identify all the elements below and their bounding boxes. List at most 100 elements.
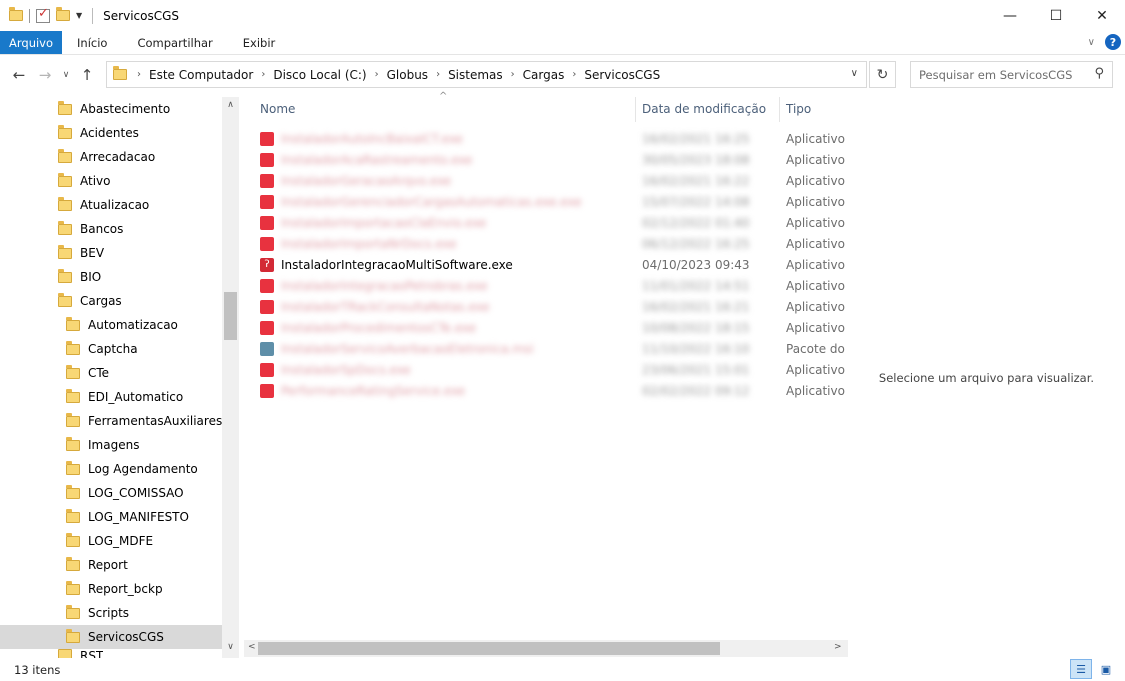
file-row[interactable]: InstaladorProcedimentosCTe.exe 10/08/2022… — [260, 317, 860, 338]
application-icon — [260, 152, 274, 167]
tree-item-imagens[interactable]: Imagens — [66, 433, 139, 457]
tree-item-acidentes[interactable]: Acidentes — [58, 121, 139, 145]
file-list-horizontal-scrollbar[interactable]: < > — [244, 640, 848, 657]
navigation-scrollbar[interactable]: ∧ ∨ — [222, 97, 239, 658]
tree-item-log-mdfe[interactable]: LOG_MDFE — [66, 529, 153, 553]
address-bar[interactable]: › Este Computador › Disco Local (C:) › G… — [106, 61, 867, 88]
tree-item-atualizacao[interactable]: Atualizacao — [58, 193, 149, 217]
tree-item-abastecimento[interactable]: Abastecimento — [58, 97, 170, 121]
expand-ribbon-chevron-icon[interactable]: ∨ — [1088, 37, 1095, 48]
tree-item-arrecadacao[interactable]: Arrecadacao — [58, 145, 155, 169]
tree-item-log-agendamento[interactable]: Log Agendamento — [66, 457, 198, 481]
application-icon — [260, 362, 274, 377]
tree-item-report[interactable]: Report — [66, 553, 128, 577]
search-icon[interactable]: ⚲ — [1094, 66, 1104, 81]
tree-item-servicoscgs[interactable]: ServicosCGS — [0, 625, 222, 649]
tree-item-log-manifesto[interactable]: LOG_MANIFESTO — [66, 505, 189, 529]
breadcrumb-separator-icon[interactable]: › — [137, 69, 141, 80]
file-row[interactable]: InstaladorServicoAverbacaoEletronica.msi… — [260, 338, 860, 359]
tree-item-captcha[interactable]: Captcha — [66, 337, 138, 361]
search-input[interactable] — [919, 67, 1089, 82]
breadcrumb-separator-icon[interactable]: › — [375, 69, 379, 80]
breadcrumb-este-computador[interactable]: Este Computador — [149, 68, 253, 82]
tree-item-ativo[interactable]: Ativo — [58, 169, 110, 193]
customize-toolbar-chevron-icon[interactable]: ▼ — [76, 11, 82, 20]
up-button[interactable]: ↑ — [74, 66, 100, 84]
large-icons-view-icon[interactable]: ▣ — [1095, 659, 1117, 679]
scroll-down-icon[interactable]: ∨ — [222, 642, 239, 652]
address-dropdown-chevron-icon[interactable]: ∨ — [851, 68, 858, 79]
tree-item-scripts[interactable]: Scripts — [66, 601, 129, 625]
tree-item-ferramentas-auxiliares[interactable]: FerramentasAuxiliares — [66, 409, 222, 433]
column-header-type[interactable]: Tipo — [786, 97, 811, 122]
new-folder-icon[interactable] — [56, 7, 70, 21]
file-row[interactable]: InstaladorIntegracaoPetrobras.exe 11/01/2… — [260, 275, 860, 296]
help-icon[interactable]: ? — [1105, 34, 1121, 50]
breadcrumb-cargas[interactable]: Cargas — [523, 68, 565, 82]
application-icon — [260, 236, 274, 251]
tree-item-automatizacao[interactable]: Automatizacao — [66, 313, 178, 337]
close-button[interactable]: ✕ — [1079, 0, 1125, 31]
file-row[interactable]: InstaladorImportaNrDocs.exe 06/12/2022 16… — [260, 233, 860, 254]
file-row[interactable]: InstaladorImportacaoClaEnvio.exe 02/12/20… — [260, 212, 860, 233]
refresh-button[interactable]: ↻ — [869, 61, 896, 88]
tree-item-bev[interactable]: BEV — [58, 241, 104, 265]
tree-item-log-comissao[interactable]: LOG_COMISSAO — [66, 481, 184, 505]
scroll-up-icon[interactable]: ∧ — [222, 100, 239, 110]
breadcrumb-disco-local[interactable]: Disco Local (C:) — [273, 68, 366, 82]
file-row[interactable]: InstaladorGeracaoArqvo.exe 16/02/2021 16:… — [260, 170, 860, 191]
back-button[interactable]: ← — [6, 66, 32, 84]
recent-locations-chevron-icon[interactable]: ∨ — [58, 70, 74, 80]
file-row[interactable]: InstaladorAcaRastreamento.exe 30/05/2023 … — [260, 149, 860, 170]
details-view-icon[interactable]: ☰ — [1070, 659, 1092, 679]
scrollbar-thumb[interactable] — [258, 642, 720, 655]
folder-icon — [66, 604, 80, 619]
column-header-name[interactable]: Nome — [260, 97, 295, 122]
search-box[interactable]: ⚲ — [910, 61, 1113, 88]
tree-item-bancos[interactable]: Bancos — [58, 217, 123, 241]
properties-icon[interactable] — [36, 6, 50, 23]
application-icon: ʔ — [260, 257, 274, 272]
file-row[interactable]: InstaladorGerenciadorCargasAutomaticas.e… — [260, 191, 860, 212]
column-divider[interactable] — [779, 97, 780, 122]
column-divider[interactable] — [635, 97, 636, 122]
minimize-button[interactable]: — — [987, 0, 1033, 31]
maximize-button[interactable]: ☐ — [1033, 0, 1079, 31]
tab-inicio[interactable]: Início — [62, 31, 122, 54]
breadcrumb-sistemas[interactable]: Sistemas — [448, 68, 503, 82]
tree-item-bio[interactable]: BIO — [58, 265, 101, 289]
breadcrumb-separator-icon[interactable]: › — [261, 69, 265, 80]
breadcrumb-separator-icon[interactable]: › — [511, 69, 515, 80]
installer-package-icon — [260, 341, 274, 356]
breadcrumb-separator-icon[interactable]: › — [436, 69, 440, 80]
folder-icon — [9, 7, 23, 21]
file-row[interactable]: InstaladorSpDocs.exe 23/06/2021 15:01 Apli… — [260, 359, 860, 380]
file-name: InstaladorAcaRastreamento.exe — [281, 152, 473, 167]
file-row[interactable]: ʔ InstaladorIntegracaoMultiSoftware.exe 04… — [260, 254, 860, 275]
tab-arquivo[interactable]: Arquivo — [0, 31, 63, 54]
breadcrumb-separator-icon[interactable]: › — [572, 69, 576, 80]
file-row[interactable]: InstaladorTRackConsultaNotas.exe 16/02/20… — [260, 296, 860, 317]
navigation-bar: ← → ∨ ↑ › Este Computador › Disco Local … — [0, 60, 1125, 90]
scroll-right-icon[interactable]: > — [834, 642, 842, 652]
folder-icon — [58, 220, 72, 235]
tab-exibir[interactable]: Exibir — [228, 31, 291, 54]
tab-compartilhar[interactable]: Compartilhar — [122, 31, 227, 54]
file-row[interactable]: PerformanceRatingService.exe 02/02/2022 0… — [260, 380, 860, 401]
folder-icon — [58, 148, 72, 163]
tree-item-cte[interactable]: CTe — [66, 361, 109, 385]
tree-item-cargas[interactable]: Cargas — [58, 289, 122, 313]
forward-button[interactable]: → — [32, 66, 58, 84]
folder-icon — [113, 66, 127, 80]
file-date: 10/08/2022 18:15 — [642, 320, 750, 335]
scrollbar-thumb[interactable] — [224, 292, 237, 340]
breadcrumb-servicoscgs[interactable]: ServicosCGS — [584, 68, 660, 82]
column-header-date[interactable]: Data de modificação — [642, 97, 766, 122]
tree-item-report-bckp[interactable]: Report_bckp — [66, 577, 163, 601]
file-row[interactable]: InstaladorAutoIncBaixaICT.exe 16/02/2021 … — [260, 128, 860, 149]
tree-item-edi-automatico[interactable]: EDI_Automatico — [66, 385, 183, 409]
tree-item-partial[interactable]: RST — [58, 649, 103, 658]
breadcrumb-globus[interactable]: Globus — [387, 68, 428, 82]
application-icon — [260, 383, 274, 398]
scroll-left-icon[interactable]: < — [248, 642, 256, 652]
